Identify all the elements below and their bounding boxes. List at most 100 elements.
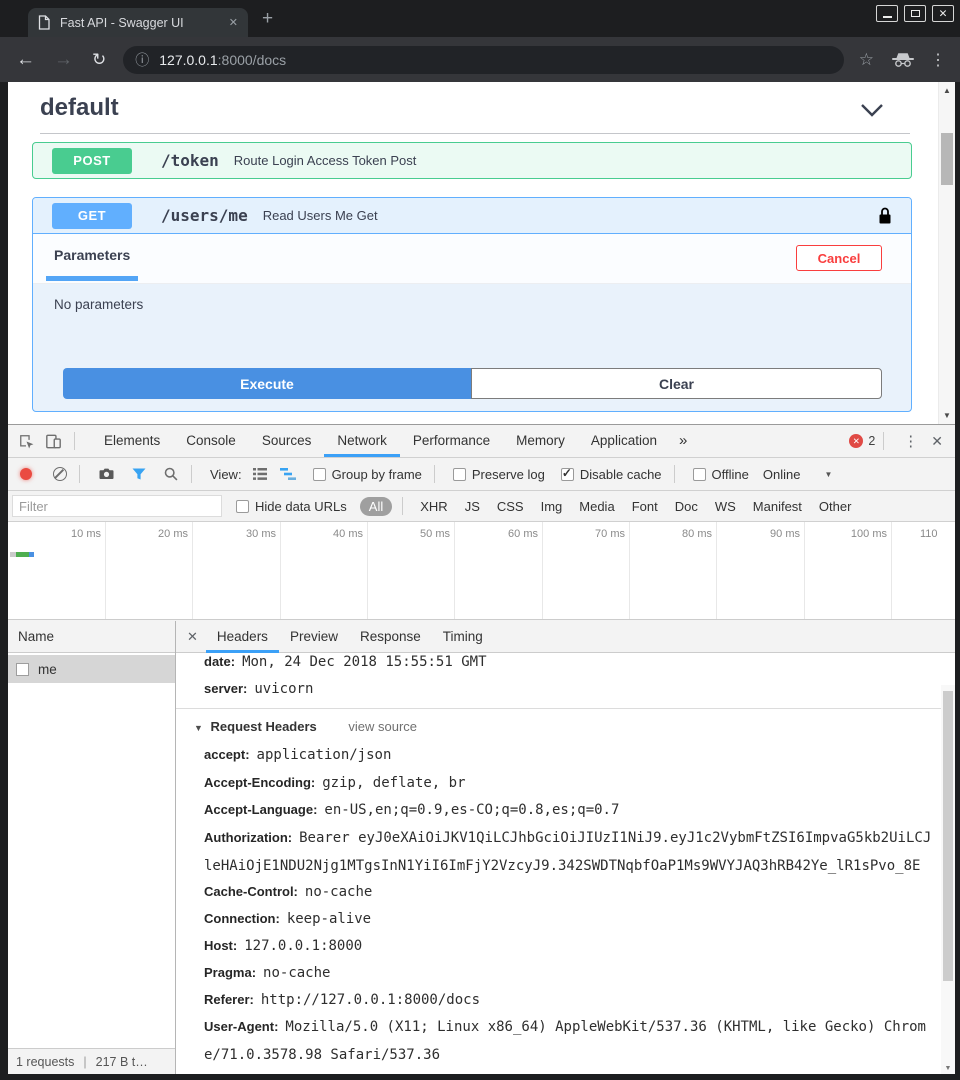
- devtools-tab-console[interactable]: Console: [173, 425, 249, 457]
- no-parameters-text: No parameters: [54, 297, 143, 312]
- filter-pill-all[interactable]: All: [360, 497, 392, 516]
- endpoint-post-token[interactable]: POST /token Route Login Access Token Pos…: [32, 142, 912, 179]
- capture-screenshots-icon[interactable]: [98, 466, 115, 482]
- detail-scrollbar[interactable]: ▼: [941, 685, 955, 1074]
- filter-pill-img[interactable]: Img: [541, 499, 563, 514]
- dropdown-arrow-icon[interactable]: ▼: [824, 470, 832, 479]
- clear-log-icon[interactable]: [53, 467, 67, 481]
- devtools-menu-icon[interactable]: ⋮: [892, 432, 929, 450]
- window-minimize-button[interactable]: [876, 5, 898, 22]
- devtools-tab-sources[interactable]: Sources: [249, 425, 325, 457]
- window-maximize-button[interactable]: [904, 5, 926, 22]
- request-header-line: Referer:http://127.0.0.1:8000/docs: [204, 986, 933, 1014]
- offline-checkbox[interactable]: [693, 468, 706, 481]
- more-tabs-icon[interactable]: »: [670, 425, 696, 457]
- execute-button[interactable]: Execute: [63, 368, 471, 399]
- filter-pill-media[interactable]: Media: [579, 499, 614, 514]
- detail-tab-response[interactable]: Response: [349, 621, 432, 653]
- endpoint-summary: Route Login Access Token Post: [234, 153, 417, 168]
- collapse-triangle-icon[interactable]: ▼: [194, 723, 203, 733]
- filter-pill-font[interactable]: Font: [632, 499, 658, 514]
- overview-waterfall-icon[interactable]: [280, 467, 297, 481]
- search-icon[interactable]: [163, 466, 179, 482]
- filter-pill-ws[interactable]: WS: [715, 499, 736, 514]
- devtools-tab-elements[interactable]: Elements: [91, 425, 173, 457]
- page-scrollbar[interactable]: ▲ ▼: [938, 82, 955, 424]
- chevron-down-icon[interactable]: [860, 103, 884, 117]
- scroll-down-icon[interactable]: ▼: [939, 411, 955, 420]
- throttling-select[interactable]: Online: [763, 467, 801, 482]
- minimize-icon: [883, 16, 892, 18]
- detail-tab-preview[interactable]: Preview: [279, 621, 349, 653]
- filter-pill-js[interactable]: JS: [465, 499, 480, 514]
- tab-close-icon[interactable]: ✕: [229, 16, 238, 29]
- filter-funnel-icon[interactable]: [131, 466, 147, 482]
- close-detail-icon[interactable]: ✕: [187, 629, 198, 645]
- request-row-me[interactable]: me: [8, 655, 175, 683]
- scroll-up-icon[interactable]: ▲: [939, 86, 955, 95]
- devtools-close-icon[interactable]: ✕: [929, 433, 955, 450]
- method-badge-post: POST: [52, 148, 132, 174]
- endpoint-get-users-me[interactable]: GET /users/me Read Users Me Get: [33, 198, 911, 234]
- filter-pill-css[interactable]: CSS: [497, 499, 524, 514]
- reload-button[interactable]: ↻: [92, 50, 106, 70]
- browser-tab[interactable]: Fast API - Swagger UI ✕: [28, 8, 248, 37]
- devtools-tab-performance[interactable]: Performance: [400, 425, 503, 457]
- window-close-button[interactable]: ✕: [932, 5, 954, 22]
- name-column-header[interactable]: Name: [8, 621, 175, 653]
- offline-label[interactable]: Offline: [712, 467, 749, 482]
- filter-pill-doc[interactable]: Doc: [675, 499, 698, 514]
- list-view-icon[interactable]: [252, 467, 268, 481]
- filter-pill-xhr[interactable]: XHR: [420, 499, 447, 514]
- device-toolbar-icon[interactable]: [45, 433, 62, 450]
- request-headers-section[interactable]: ▼ Request Headers view source: [194, 713, 417, 742]
- clear-button[interactable]: Clear: [471, 368, 882, 399]
- detail-tab-timing[interactable]: Timing: [432, 621, 494, 653]
- cancel-button[interactable]: Cancel: [796, 245, 882, 271]
- scrollbar-thumb[interactable]: [943, 691, 953, 981]
- receiving-segment: [16, 552, 29, 557]
- scrollbar-thumb[interactable]: [941, 133, 953, 185]
- timeline-tick: 20 ms: [118, 528, 188, 540]
- gridline: [804, 522, 805, 619]
- network-status-bar: 1 requests | 217 B t…: [8, 1048, 175, 1074]
- devtools-tab-application[interactable]: Application: [578, 425, 670, 457]
- scroll-down-icon[interactable]: ▼: [941, 1065, 955, 1072]
- request-header-line: Accept-Language:en-US,en;q=0.9,es-CO;q=0…: [204, 796, 933, 824]
- devtools-tab-memory[interactable]: Memory: [503, 425, 578, 457]
- detail-tab-headers[interactable]: Headers: [206, 621, 279, 653]
- preserve-log-label[interactable]: Preserve log: [472, 467, 545, 482]
- network-filter-input[interactable]: [12, 495, 222, 517]
- error-badge-icon[interactable]: ✕: [849, 434, 863, 448]
- filter-pill-other[interactable]: Other: [819, 499, 852, 514]
- url-path: :8000/docs: [218, 52, 287, 68]
- view-source-link[interactable]: view source: [348, 719, 417, 734]
- timeline-tick: 100 ms: [817, 528, 887, 540]
- section-title: default: [40, 94, 119, 122]
- filter-pill-manifest[interactable]: Manifest: [753, 499, 802, 514]
- bookmark-star-icon[interactable]: ☆: [859, 50, 874, 70]
- devtools-tab-network[interactable]: Network: [324, 425, 400, 457]
- section-divider: [40, 133, 910, 134]
- disable-cache-checkbox[interactable]: ✓: [561, 468, 574, 481]
- request-waterfall-bar[interactable]: [10, 552, 34, 557]
- record-button[interactable]: [20, 468, 32, 480]
- inspect-element-icon[interactable]: [18, 433, 35, 450]
- lock-icon[interactable]: [878, 206, 892, 225]
- group-by-frame-label[interactable]: Group by frame: [332, 467, 422, 482]
- preserve-log-checkbox[interactable]: [453, 468, 466, 481]
- new-tab-button[interactable]: +: [262, 8, 273, 30]
- browser-menu-icon[interactable]: ⋮: [930, 50, 946, 70]
- group-by-frame-checkbox[interactable]: [313, 468, 326, 481]
- hide-data-urls-checkbox[interactable]: [236, 500, 249, 513]
- forward-button[interactable]: →: [54, 49, 73, 71]
- browser-window: Fast API - Swagger UI ✕ + ✕ ← → ↻ ⓘ 127.…: [0, 0, 960, 1080]
- hide-data-urls-label[interactable]: Hide data URLs: [255, 499, 347, 514]
- back-button[interactable]: ←: [16, 49, 35, 71]
- disable-cache-label[interactable]: Disable cache: [580, 467, 662, 482]
- address-bar[interactable]: ⓘ 127.0.0.1 :8000/docs: [123, 46, 844, 74]
- devtools-tabbar: Elements Console Sources Network Perform…: [8, 425, 955, 458]
- network-overview-timeline[interactable]: 10 ms 20 ms 30 ms 40 ms 50 ms 60 ms 70 m…: [8, 522, 955, 620]
- separator: |: [83, 1055, 86, 1069]
- site-info-icon[interactable]: ⓘ: [135, 50, 149, 70]
